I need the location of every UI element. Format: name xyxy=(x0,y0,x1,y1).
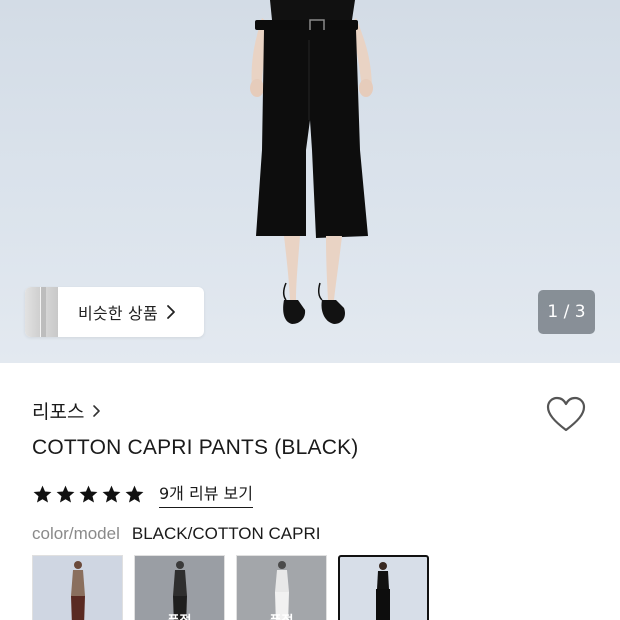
image-page-counter: 1 / 3 xyxy=(538,290,595,334)
review-link[interactable]: 9개 리뷰 보기 xyxy=(159,480,253,508)
heart-outline-icon xyxy=(546,396,586,432)
swatch-status xyxy=(33,610,122,620)
option-label: color/model xyxy=(32,524,120,543)
star-filled-icon xyxy=(124,484,145,505)
option-swatch[interactable] xyxy=(32,555,123,620)
option-swatch[interactable]: 품절 xyxy=(236,555,327,620)
option-swatch[interactable]: 품절 xyxy=(134,555,225,620)
rating-row: 9개 리뷰 보기 xyxy=(32,480,253,508)
product-title: COTTON CAPRI PANTS (BLACK) xyxy=(32,436,359,459)
star-filled-icon xyxy=(32,484,53,505)
rating-stars xyxy=(32,484,145,505)
similar-products-label: 비슷한 상품 xyxy=(78,304,158,323)
product-image-gallery[interactable]: 비슷한 상품 1 / 3 xyxy=(0,0,620,363)
option-swatches: 품절 품절 xyxy=(32,555,429,620)
similar-products-button[interactable]: 비슷한 상품 xyxy=(25,287,204,337)
chevron-right-icon xyxy=(92,404,101,418)
brand-name: 리포스 xyxy=(32,401,85,423)
swatch-status: 품절 xyxy=(237,610,326,620)
star-filled-icon xyxy=(55,484,76,505)
option-row: color/model BLACK/COTTON CAPRI xyxy=(32,524,321,544)
swatch-status: 품절 xyxy=(135,610,224,620)
star-filled-icon xyxy=(101,484,122,505)
option-value: BLACK/COTTON CAPRI xyxy=(131,524,321,543)
swatch-status xyxy=(340,611,427,620)
chevron-right-icon xyxy=(166,304,176,320)
option-swatch-selected[interactable] xyxy=(338,555,429,620)
star-filled-icon xyxy=(78,484,99,505)
wishlist-button[interactable] xyxy=(546,396,586,434)
similar-products-thumbnail xyxy=(25,287,58,337)
brand-link[interactable]: 리포스 xyxy=(32,397,101,424)
